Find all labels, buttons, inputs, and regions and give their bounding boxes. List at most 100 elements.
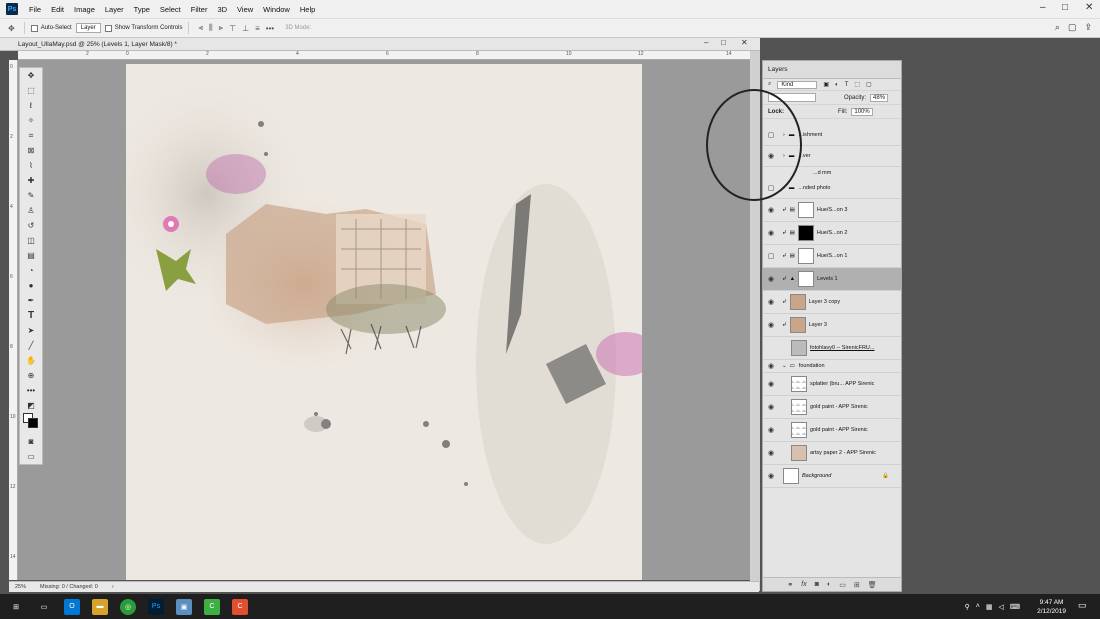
mask-icon[interactable]: ◙ bbox=[815, 581, 819, 588]
layer-thumb[interactable] bbox=[783, 468, 799, 484]
layer-row[interactable]: ◉ gold paint - APP Sirenic bbox=[763, 396, 901, 419]
visibility-toggle[interactable]: ▢ bbox=[763, 252, 779, 260]
menu-window[interactable]: Window bbox=[258, 5, 295, 14]
marquee-tool-icon[interactable]: ⬚ bbox=[20, 83, 42, 98]
chrome-icon[interactable]: ◎ bbox=[120, 598, 136, 615]
quick-mask-icon[interactable]: ◙ bbox=[20, 434, 42, 449]
link-icon[interactable]: ⚭ bbox=[787, 581, 793, 589]
move-tool-icon[interactable]: ✥ bbox=[20, 68, 42, 83]
brush-tool-icon[interactable]: ✎ bbox=[20, 188, 42, 203]
pen-tool-icon[interactable]: ✒ bbox=[20, 293, 42, 308]
layer-row[interactable]: ◉ ↲ ▤ Hue/S...on 2 bbox=[763, 222, 901, 245]
menu-layer[interactable]: Layer bbox=[100, 5, 129, 14]
zoom-tool-icon[interactable]: ⊕ bbox=[20, 368, 42, 383]
windows-start-icon[interactable]: ⊞ bbox=[8, 599, 24, 615]
photoshop-icon[interactable]: Ps bbox=[148, 598, 164, 615]
menu-3d[interactable]: 3D bbox=[212, 5, 232, 14]
trash-icon[interactable]: 🗑 bbox=[868, 581, 877, 589]
camtasia-green-icon[interactable]: C bbox=[204, 598, 220, 615]
doc-minimize-icon[interactable]: – bbox=[704, 38, 708, 47]
collapse-icon[interactable]: ⌄ bbox=[782, 363, 787, 369]
menu-type[interactable]: Type bbox=[129, 5, 155, 14]
layer-mask-thumb[interactable] bbox=[797, 202, 814, 218]
menu-view[interactable]: View bbox=[232, 5, 258, 14]
align-right-icon[interactable]: ⫸ bbox=[219, 23, 224, 33]
filter-shape-icon[interactable]: ⬚ bbox=[854, 81, 860, 88]
layer-row[interactable]: ◉ splatter (bru... APP Sirenic bbox=[763, 373, 901, 396]
screen-mode-icon[interactable]: ▭ bbox=[20, 449, 42, 464]
healing-tool-icon[interactable]: ✚ bbox=[20, 173, 42, 188]
lasso-tool-icon[interactable]: ℓ bbox=[20, 98, 42, 113]
layer-thumb[interactable] bbox=[791, 376, 807, 392]
frame-tool-icon[interactable]: ⊠ bbox=[20, 143, 42, 158]
layer-mask-thumb[interactable] bbox=[798, 271, 815, 287]
filter-type-icon[interactable]: T bbox=[845, 82, 849, 88]
hand-tool-icon[interactable]: ✋ bbox=[20, 353, 42, 368]
eye-icon[interactable]: ◉ bbox=[763, 426, 779, 434]
align-middle-icon[interactable]: ⊥ bbox=[242, 24, 249, 33]
task-view-icon[interactable]: ▭ bbox=[36, 599, 52, 615]
keyboard-icon[interactable]: ⌨ bbox=[1010, 603, 1020, 611]
photos-icon[interactable]: ▣ bbox=[176, 598, 192, 615]
eye-icon[interactable]: ◉ bbox=[763, 321, 779, 329]
menu-filter[interactable]: Filter bbox=[186, 5, 213, 14]
layer-thumb[interactable] bbox=[791, 445, 807, 461]
layers-tab[interactable]: Layers bbox=[763, 61, 901, 79]
filter-smart-icon[interactable]: ▢ bbox=[866, 81, 872, 88]
document-canvas[interactable] bbox=[126, 64, 642, 580]
doc-restore-icon[interactable]: □ bbox=[721, 38, 726, 47]
layer-thumb[interactable] bbox=[791, 340, 807, 356]
outlook-icon[interactable]: O bbox=[64, 598, 80, 615]
minimize-icon[interactable]: – bbox=[1040, 2, 1046, 13]
file-explorer-icon[interactable]: ▬ bbox=[92, 598, 108, 615]
layer-group-row[interactable]: ◉ ⌄ ▭ foundation bbox=[763, 360, 901, 373]
fill-field[interactable]: 100% bbox=[851, 107, 873, 116]
eye-icon[interactable]: ◉ bbox=[763, 472, 779, 480]
gradient-tool-icon[interactable]: ▤ bbox=[20, 248, 42, 263]
layer-mask-thumb[interactable] bbox=[797, 248, 814, 264]
people-icon[interactable]: ⚲ bbox=[965, 603, 970, 611]
layer-thumb[interactable] bbox=[789, 294, 806, 310]
align-top-icon[interactable]: ⊤ bbox=[229, 24, 236, 33]
eye-icon[interactable]: ◉ bbox=[763, 362, 779, 370]
menu-image[interactable]: Image bbox=[69, 5, 100, 14]
kind-filter-dropdown[interactable]: Kind bbox=[777, 80, 818, 89]
share-icon[interactable]: ⇪ bbox=[1084, 22, 1092, 33]
eye-icon[interactable]: ◉ bbox=[763, 229, 779, 237]
camtasia-red-icon[interactable]: C bbox=[232, 598, 248, 615]
layer-row[interactable]: ◉ ↲ Layer 3 bbox=[763, 314, 901, 337]
align-bottom-icon[interactable]: ≡ bbox=[255, 24, 260, 33]
notification-icon[interactable]: ▭ bbox=[1078, 600, 1087, 611]
eye-icon[interactable]: ◉ bbox=[763, 206, 779, 214]
more-tools-icon[interactable]: ••• bbox=[20, 383, 42, 398]
new-layer-icon[interactable]: ⊞ bbox=[854, 581, 860, 589]
layer-thumb[interactable] bbox=[791, 422, 807, 438]
layer-dropdown[interactable]: Layer bbox=[75, 23, 101, 33]
layer-row[interactable]: ◉ ↲ Layer 3 copy bbox=[763, 291, 901, 314]
network-icon[interactable]: ▦ bbox=[986, 603, 993, 611]
eye-icon[interactable]: ◉ bbox=[763, 380, 779, 388]
layer-row-selected[interactable]: ◉ ↲ ▲ Levels 1 bbox=[763, 268, 901, 291]
stamp-tool-icon[interactable]: ♙ bbox=[20, 203, 42, 218]
workspace-icon[interactable]: ▢ bbox=[1068, 22, 1077, 33]
move-tool-icon[interactable]: ✥ bbox=[8, 24, 15, 33]
zoom-level[interactable]: 25% bbox=[15, 584, 26, 590]
filter-pixel-icon[interactable]: ▣ bbox=[823, 81, 829, 88]
align-center-icon[interactable]: ⫼ bbox=[209, 23, 213, 33]
line-tool-icon[interactable]: ╱ bbox=[20, 338, 42, 353]
volume-icon[interactable]: ◁ bbox=[999, 603, 1004, 611]
close-icon[interactable]: ✕ bbox=[1085, 2, 1093, 13]
eye-icon[interactable]: ◉ bbox=[763, 275, 779, 283]
align-left-icon[interactable]: ⫷ bbox=[198, 23, 203, 33]
chevron-up-icon[interactable]: ˄ bbox=[976, 603, 980, 611]
default-colors-icon[interactable]: ◩ bbox=[20, 398, 42, 413]
status-arrow-icon[interactable]: › bbox=[112, 584, 114, 590]
type-tool-icon[interactable]: T bbox=[20, 308, 42, 323]
maximize-icon[interactable]: □ bbox=[1062, 2, 1068, 13]
quick-select-tool-icon[interactable]: ✧ bbox=[20, 113, 42, 128]
fx-icon[interactable]: fx bbox=[801, 581, 806, 588]
menu-edit[interactable]: Edit bbox=[46, 5, 69, 14]
group-icon[interactable]: ▭ bbox=[839, 581, 846, 589]
layer-row[interactable]: ◉ gold paint - APP Sirenic bbox=[763, 419, 901, 442]
system-clock[interactable]: 9:47 AM 2/12/2019 bbox=[1037, 598, 1066, 616]
